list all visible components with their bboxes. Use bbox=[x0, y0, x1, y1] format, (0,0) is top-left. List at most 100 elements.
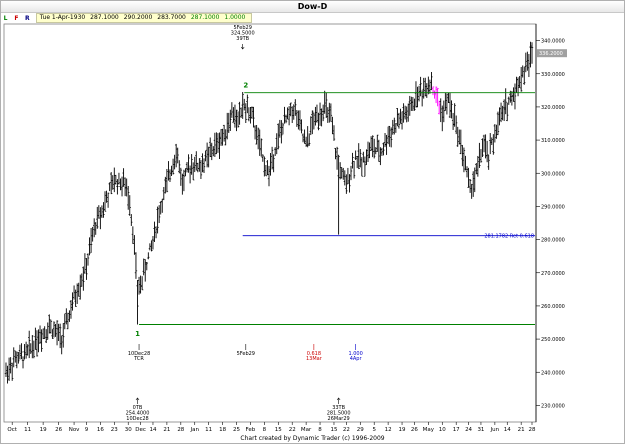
ohlc-bar bbox=[68, 310, 71, 322]
ohlc-bar bbox=[376, 134, 379, 152]
ohlc-bar bbox=[485, 140, 489, 163]
x-tick-label: 29 bbox=[357, 427, 364, 433]
ohlc-bar bbox=[246, 94, 249, 114]
time-mark-label: 4Apr bbox=[350, 356, 363, 362]
ohlc-bar bbox=[127, 186, 130, 210]
ohlc-bar bbox=[6, 365, 9, 384]
ohlc-bar bbox=[18, 344, 22, 360]
ohlc-bar bbox=[263, 156, 266, 177]
ohlc-bar bbox=[85, 258, 88, 280]
x-tick-label: 19 bbox=[40, 427, 47, 433]
ohlc-bar bbox=[69, 299, 73, 319]
ohlc-bar bbox=[130, 214, 133, 226]
ohlc-bar bbox=[123, 177, 127, 197]
retracement-label: 281.1782 Ret 0.618 bbox=[484, 234, 534, 240]
ohlc-bar bbox=[9, 357, 12, 374]
ohlc-bar bbox=[311, 110, 314, 135]
ohlc-bar bbox=[315, 104, 319, 123]
x-tick-label: 16 bbox=[97, 427, 104, 433]
y-tick-label: 320.0000 bbox=[541, 105, 565, 111]
ohlc-bar bbox=[280, 120, 283, 144]
ohlc-bar bbox=[454, 115, 458, 135]
ohlc-bar bbox=[413, 98, 416, 111]
ohlc-bar bbox=[140, 276, 144, 291]
ohlc-bar bbox=[184, 168, 187, 177]
ohlc-bar bbox=[212, 146, 215, 157]
ohlc-bar bbox=[122, 168, 125, 187]
ohlc-bar bbox=[26, 344, 29, 356]
ohlc-bar bbox=[28, 330, 31, 359]
ohlc-bar bbox=[32, 340, 36, 359]
ohlc-bar bbox=[264, 164, 268, 177]
ohlc-bar bbox=[12, 347, 15, 368]
top-annotation-text: 39TB bbox=[236, 36, 249, 42]
ohlc-bar bbox=[157, 205, 161, 224]
ohlc-bar bbox=[23, 344, 26, 360]
ohlc-bar bbox=[436, 88, 439, 107]
x-tick-label: Nov bbox=[69, 427, 80, 433]
ohlc-bar bbox=[400, 111, 404, 130]
ohlc-bar bbox=[239, 107, 243, 118]
x-tick-label: Mar bbox=[301, 427, 312, 433]
ohlc-bar bbox=[97, 205, 101, 219]
ohlc-bar bbox=[198, 158, 201, 172]
ohlc-bar bbox=[292, 104, 295, 120]
ohlc-bar bbox=[110, 172, 113, 195]
ohlc-bar bbox=[162, 187, 165, 201]
ohlc-bar bbox=[303, 129, 306, 144]
ohlc-bar bbox=[428, 79, 432, 94]
ohlc-bar bbox=[437, 100, 441, 115]
ohlc-bar bbox=[530, 42, 534, 64]
ohlc-bar bbox=[52, 321, 56, 338]
ohlc-bar bbox=[323, 90, 326, 114]
ohlc-bar bbox=[439, 98, 442, 123]
x-tick-label: 14 bbox=[149, 427, 156, 433]
ohlc-bar bbox=[83, 253, 87, 274]
ohlc-bar bbox=[301, 133, 305, 143]
ohlc-bar bbox=[178, 160, 181, 174]
ohlc-bar bbox=[165, 168, 169, 193]
ohlc-bar bbox=[106, 192, 110, 208]
ohlc-bar bbox=[309, 116, 312, 136]
ohlc-bar bbox=[475, 163, 478, 175]
ohlc-bar bbox=[151, 235, 155, 250]
x-tick-label: 15 bbox=[330, 427, 337, 433]
ohlc-bar bbox=[243, 98, 246, 111]
ohlc-bar bbox=[154, 226, 158, 239]
ohlc-bar bbox=[450, 100, 453, 119]
ohlc-bar bbox=[91, 226, 94, 242]
ohlc-bar bbox=[393, 117, 396, 135]
ohlc-bar bbox=[255, 124, 258, 145]
x-tick-label: 24 bbox=[465, 427, 472, 433]
ohlc-bar bbox=[187, 154, 190, 173]
ohlc-bar bbox=[244, 103, 247, 124]
ohlc-bar bbox=[133, 235, 136, 255]
ohlc-bar bbox=[31, 335, 34, 359]
ohlc-bar bbox=[150, 240, 153, 252]
ohlc-bar bbox=[318, 102, 322, 126]
ohlc-bar bbox=[321, 104, 325, 122]
ohlc-bar bbox=[453, 103, 456, 127]
ohlc-bar bbox=[496, 111, 500, 136]
ohlc-bar bbox=[54, 323, 57, 337]
ohlc-bar bbox=[487, 154, 490, 170]
x-tick-label: 23 bbox=[111, 427, 118, 433]
ohlc-bar bbox=[403, 105, 407, 120]
ohlc-bar bbox=[278, 119, 282, 138]
ohlc-bar bbox=[136, 279, 139, 325]
ohlc-bar bbox=[499, 102, 503, 123]
ohlc-bar bbox=[179, 167, 183, 186]
x-tick-label: 30 bbox=[125, 427, 132, 433]
ohlc-bar bbox=[205, 142, 209, 168]
ohlc-bar bbox=[41, 328, 45, 340]
ohlc-bar bbox=[224, 129, 227, 146]
x-tick-label: 11 bbox=[24, 427, 31, 433]
ohlc-bar bbox=[74, 289, 77, 307]
ohlc-bar bbox=[328, 102, 331, 123]
ohlc-bar bbox=[82, 266, 85, 291]
x-tick-label: 22 bbox=[289, 427, 296, 433]
ohlc-bar bbox=[236, 111, 240, 128]
price-chart[interactable]: 230.0000 240.0000 250.0000 260.0000 270.0000… bbox=[0, 0, 625, 444]
ohlc-bar bbox=[79, 274, 82, 300]
ohlc-bar bbox=[190, 154, 193, 175]
